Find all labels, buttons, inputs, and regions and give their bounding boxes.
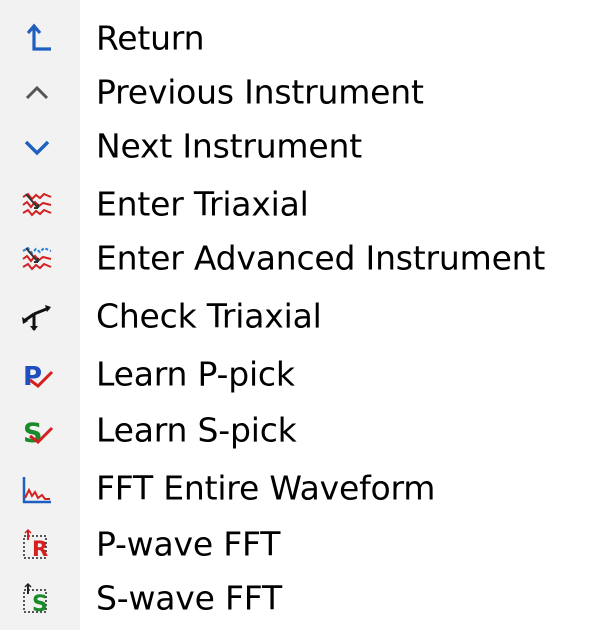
menu-item-learn-p-pick[interactable]: P Learn P-pick (0, 348, 612, 402)
chevron-down-icon (20, 130, 54, 164)
menu-item-s-wave-fft[interactable]: S S-wave FFT (0, 572, 612, 626)
menu-item-label: FFT Entire Waveform (96, 468, 436, 508)
p-wave-fft-icon: R (20, 528, 54, 562)
menu-item-enter-advanced-instrument[interactable]: Enter Advanced Instrument (0, 232, 612, 286)
menu-item-label: Enter Advanced Instrument (96, 238, 546, 278)
menu-item-label: Learn P-pick (96, 354, 295, 394)
fft-entire-waveform-icon (20, 472, 54, 506)
check-triaxial-icon (20, 300, 54, 334)
menu-item-previous-instrument[interactable]: Previous Instrument (0, 66, 612, 120)
learn-s-pick-icon: S (20, 414, 54, 448)
menu-item-label: Learn S-pick (96, 410, 297, 450)
svg-text:S: S (23, 418, 42, 448)
svg-text:S: S (32, 592, 48, 616)
menu-item-learn-s-pick[interactable]: S Learn S-pick (0, 404, 612, 458)
menu-item-enter-triaxial[interactable]: Enter Triaxial (0, 178, 612, 232)
menu-item-next-instrument[interactable]: Next Instrument (0, 120, 612, 174)
enter-triaxial-icon (20, 188, 54, 222)
svg-text:R: R (32, 537, 48, 561)
s-wave-fft-icon: S (20, 582, 54, 616)
menu-item-label: P-wave FFT (96, 524, 281, 564)
menu-item-label: Previous Instrument (96, 72, 424, 112)
enter-advanced-instrument-icon (20, 242, 54, 276)
menu-item-label: Next Instrument (96, 126, 362, 166)
menu-item-label: Return (96, 18, 205, 58)
menu-item-label: Check Triaxial (96, 296, 322, 336)
menu-item-check-triaxial[interactable]: Check Triaxial (0, 290, 612, 344)
menu-item-return[interactable]: Return (0, 12, 612, 66)
return-arrow-icon (20, 22, 54, 56)
menu-item-p-wave-fft[interactable]: R P-wave FFT (0, 518, 612, 572)
chevron-up-icon (20, 76, 54, 110)
menu-item-fft-entire-waveform[interactable]: FFT Entire Waveform (0, 462, 612, 516)
menu-item-label: Enter Triaxial (96, 184, 309, 224)
menu-item-label: S-wave FFT (96, 578, 282, 618)
learn-p-pick-icon: P (20, 358, 54, 392)
context-menu: Return Previous Instrument Next Instrume… (0, 0, 612, 630)
svg-text:P: P (23, 362, 42, 392)
